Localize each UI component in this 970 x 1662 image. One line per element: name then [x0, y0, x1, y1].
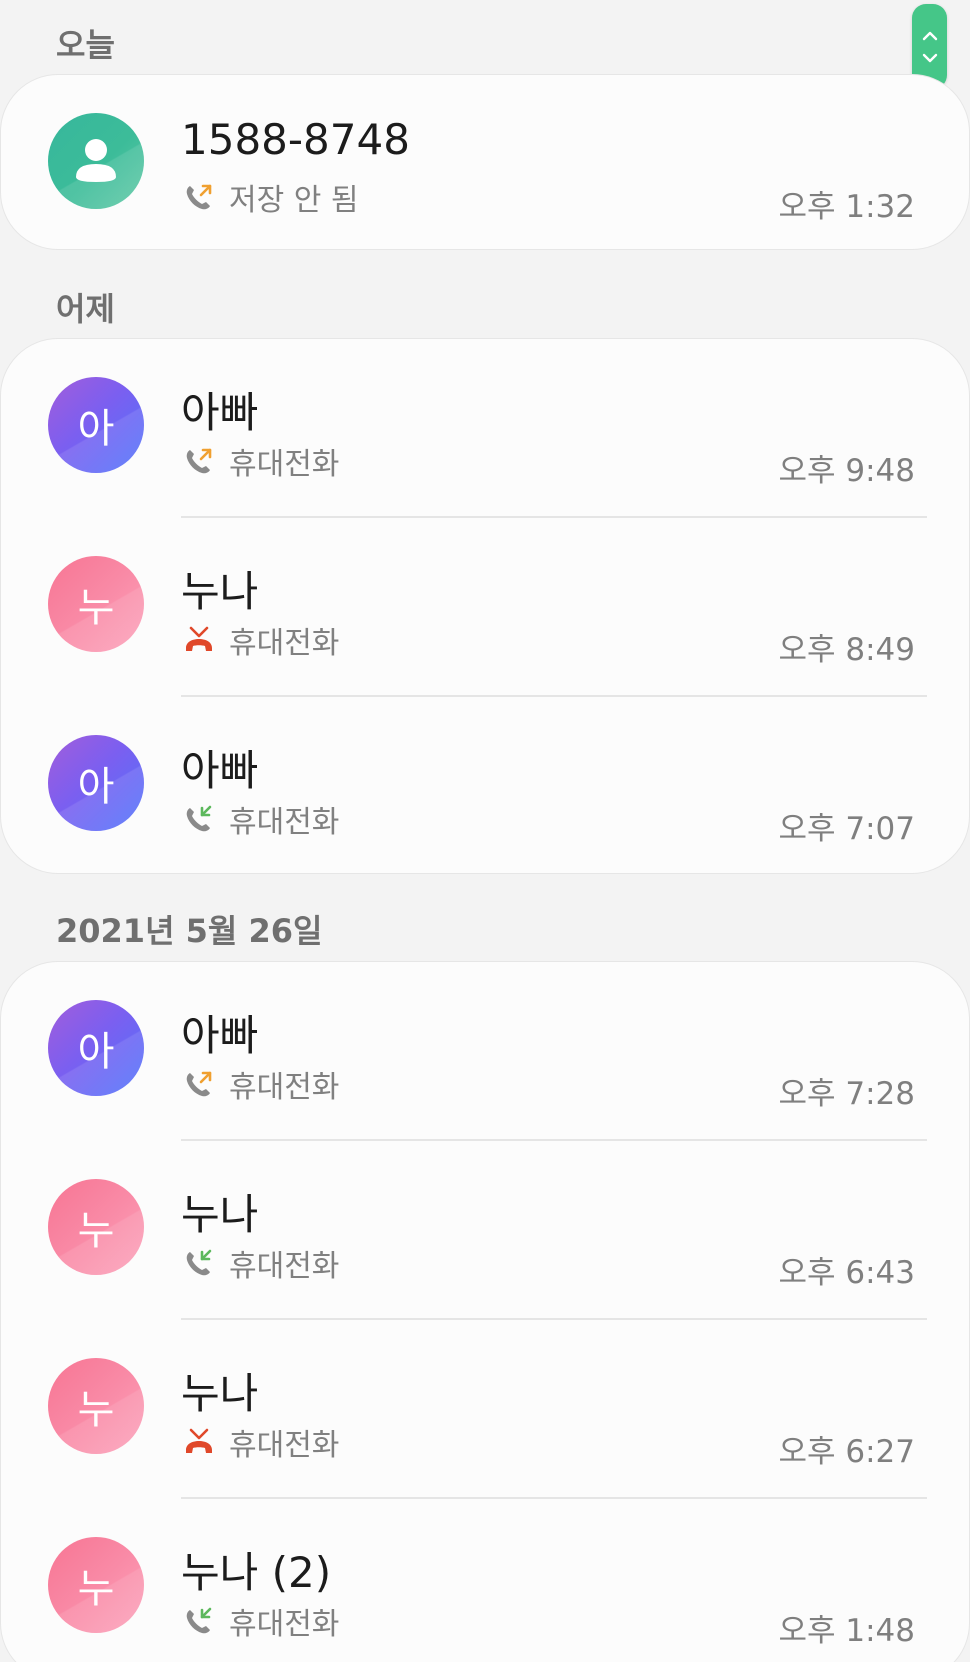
outgoing-call-icon: [186, 184, 212, 210]
call-detail: 휴대전화: [183, 801, 339, 840]
call-number-label: 휴대전화: [229, 805, 340, 840]
contact-name: 아빠: [181, 1011, 259, 1060]
incoming-call-icon: [186, 805, 212, 832]
missed-call-icon: [186, 1428, 212, 1453]
call-log-item[interactable]: 아 아빠 휴대전화 오후 9:48: [1, 339, 970, 517]
call-log-item[interactable]: 아 아빠 휴대전화 오후 7:28: [1, 962, 970, 1140]
call-number-label: 휴대전화: [229, 1249, 340, 1284]
call-log-item[interactable]: 1588-8748 저장 안 됨 오후 1:32: [1, 75, 970, 253]
avatar-letter: 누: [77, 585, 115, 631]
call-log-item[interactable]: 누 누나 휴대전화 오후 6:43: [1, 1141, 970, 1319]
call-detail: 휴대전화: [183, 443, 339, 482]
call-number-label: 휴대전화: [229, 626, 340, 661]
outgoing-call-icon: [186, 1071, 212, 1097]
call-group-card-today: 1588-8748 저장 안 됨 오후 1:32: [0, 74, 970, 250]
contact-name: 누나: [181, 1190, 259, 1239]
avatar: [48, 113, 144, 209]
contact-name: 누나: [181, 1369, 259, 1418]
contact-name: 누나: [181, 567, 259, 616]
call-number-label: 휴대전화: [229, 1428, 340, 1463]
call-time: 오후 8:49: [778, 632, 915, 668]
incoming-call-icon: [186, 1607, 212, 1634]
call-time: 오후 1:32: [778, 189, 915, 225]
call-number-label: 휴대전화: [229, 1070, 340, 1105]
missed-call-icon: [186, 626, 212, 651]
call-detail: 휴대전화: [183, 1603, 339, 1642]
contact-name: 아빠: [181, 746, 259, 795]
call-log-item[interactable]: 누 누나 휴대전화 오후 6:27: [1, 1320, 970, 1498]
avatar-letter: 누: [77, 1208, 115, 1254]
contact-name: 누나 (2): [181, 1548, 332, 1597]
call-number-label: 휴대전화: [229, 1607, 340, 1642]
call-log-item[interactable]: 누 누나 (2) 휴대전화 오후 1:48: [1, 1499, 970, 1662]
avatar-letter: 누: [77, 1387, 115, 1433]
call-detail: 휴대전화: [183, 622, 339, 661]
incoming-call-icon: [186, 1249, 212, 1276]
chevron-down-icon: [922, 53, 937, 62]
avatar-letter: 누: [77, 1566, 115, 1612]
call-time: 오후 9:48: [778, 453, 915, 489]
call-log-item[interactable]: 아 아빠 휴대전화 오후 7:07: [1, 697, 970, 875]
call-group-card-date: 아 아빠 휴대전화 오후 7:28 누 누나 휴대전화 오후 6:43 누 누나…: [0, 961, 970, 1662]
call-time: 오후 1:48: [778, 1613, 915, 1649]
avatar: 아: [48, 735, 144, 831]
call-detail: 저장 안 됨: [183, 179, 358, 218]
avatar: 누: [48, 556, 144, 652]
call-log-item[interactable]: 누 누나 휴대전화 오후 8:49: [1, 518, 970, 696]
section-header-today: 오늘: [56, 26, 115, 64]
contact-name: 1588-8748: [181, 115, 410, 164]
section-header-date: 2021년 5월 26일: [56, 912, 323, 950]
call-time: 오후 7:28: [778, 1076, 915, 1112]
avatar: 누: [48, 1358, 144, 1454]
chevron-up-icon: [922, 31, 937, 40]
avatar-letter: 아: [77, 406, 115, 452]
outgoing-call-icon: [186, 448, 212, 474]
avatar: 아: [48, 377, 144, 473]
person-icon: [76, 139, 116, 182]
contact-name: 아빠: [181, 388, 259, 437]
call-detail: 휴대전화: [183, 1424, 339, 1463]
call-group-card-yesterday: 아 아빠 휴대전화 오후 9:48 누 누나 휴대전화 오후 8:49 아 아빠: [0, 338, 970, 874]
avatar: 누: [48, 1537, 144, 1633]
call-time: 오후 7:07: [778, 811, 915, 847]
call-time: 오후 6:27: [778, 1434, 915, 1470]
section-header-yesterday: 어제: [56, 290, 115, 328]
avatar: 아: [48, 1000, 144, 1096]
call-detail: 휴대전화: [183, 1245, 339, 1284]
avatar-letter: 아: [77, 1029, 115, 1075]
avatar-letter: 아: [77, 764, 115, 810]
call-number-label: 저장 안 됨: [229, 183, 359, 218]
avatar: 누: [48, 1179, 144, 1275]
call-detail: 휴대전화: [183, 1066, 339, 1105]
call-time: 오후 6:43: [778, 1255, 915, 1291]
call-number-label: 휴대전화: [229, 447, 340, 482]
